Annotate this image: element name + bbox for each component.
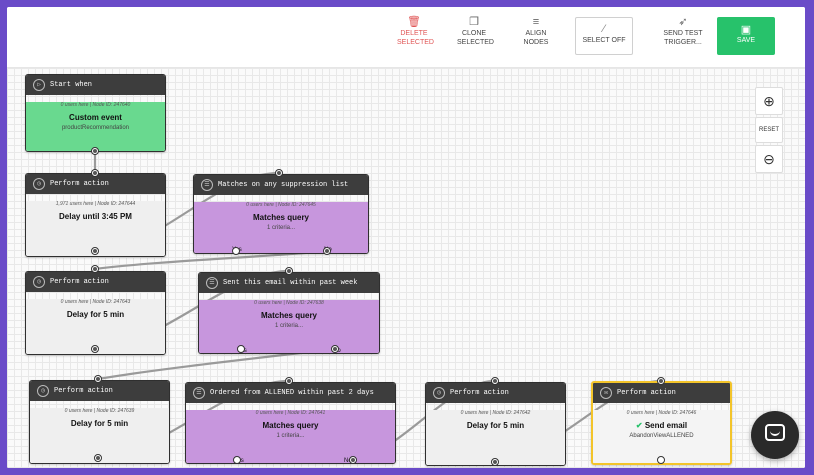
clock-icon: ◷ (37, 385, 49, 397)
node-port[interactable] (657, 456, 665, 464)
suppression-list-filter-node[interactable]: ☰ Matches on any suppression list 0 users… (193, 174, 369, 254)
zoom-out-icon: ⊖ (763, 151, 775, 167)
reset-zoom-button[interactable]: RESET (755, 117, 783, 143)
clock-icon: ◷ (433, 387, 445, 399)
node-port[interactable] (237, 345, 245, 353)
node-port[interactable] (657, 377, 665, 385)
node-port[interactable] (233, 456, 241, 464)
node-port[interactable] (285, 267, 293, 275)
sent-email-filter-node[interactable]: ☰ Sent this email within past week 0 user… (198, 272, 380, 354)
node-port[interactable] (91, 247, 99, 255)
node-port[interactable] (94, 375, 102, 383)
perform-action-node-delay-3[interactable]: ◷ Perform action 0 users here | Node ID: … (425, 382, 566, 466)
zoom-in-button[interactable]: ⊕ (755, 87, 783, 115)
perform-action-node-delay-1[interactable]: ◷ Perform action 0 users here | Node ID: … (25, 271, 166, 355)
node-port[interactable] (323, 247, 331, 255)
list-icon: ☰ (193, 387, 205, 399)
zoom-in-icon: ⊕ (763, 93, 775, 109)
chat-launcher-button[interactable] (751, 411, 799, 459)
clock-icon: ◷ (33, 276, 45, 288)
chat-bubble-icon (765, 424, 785, 441)
node-port[interactable] (91, 265, 99, 273)
node-port[interactable] (232, 247, 240, 255)
perform-action-node-delay-until[interactable]: ◷ Perform action 1,971 users here | Node … (25, 173, 166, 257)
node-port[interactable] (91, 169, 99, 177)
check-circle-icon: ✔ (635, 421, 643, 430)
node-port[interactable] (331, 345, 339, 353)
node-port[interactable] (94, 454, 102, 462)
perform-action-node-delay-2[interactable]: ◷ Perform action 0 users here | Node ID: … (29, 380, 170, 464)
node-port[interactable] (91, 345, 99, 353)
node-port[interactable] (349, 456, 357, 464)
workflow-editor: 🗑 DELETE SELECTED ❐ CLONE SELECTED ≡ ALI… (7, 7, 805, 468)
node-port[interactable] (91, 147, 99, 155)
envelope-icon: ✉ (600, 387, 612, 399)
zoom-out-button[interactable]: ⊖ (755, 145, 783, 173)
ordered-from-allened-filter-node[interactable]: ☰ Ordered from ALLENED within past 2 days… (185, 382, 396, 464)
send-email-node[interactable]: ✉ Perform action 0 users here | Node ID: … (591, 381, 732, 465)
list-icon: ☰ (201, 179, 213, 191)
list-icon: ☰ (206, 277, 218, 289)
node-port[interactable] (275, 169, 283, 177)
node-port[interactable] (285, 377, 293, 385)
node-port[interactable] (491, 377, 499, 385)
node-port[interactable] (491, 458, 499, 466)
start-when-node[interactable]: ▷ Start when 0 users here | Node ID: 2476… (25, 74, 166, 152)
clock-icon: ◷ (33, 178, 45, 190)
play-icon: ▷ (33, 79, 45, 91)
